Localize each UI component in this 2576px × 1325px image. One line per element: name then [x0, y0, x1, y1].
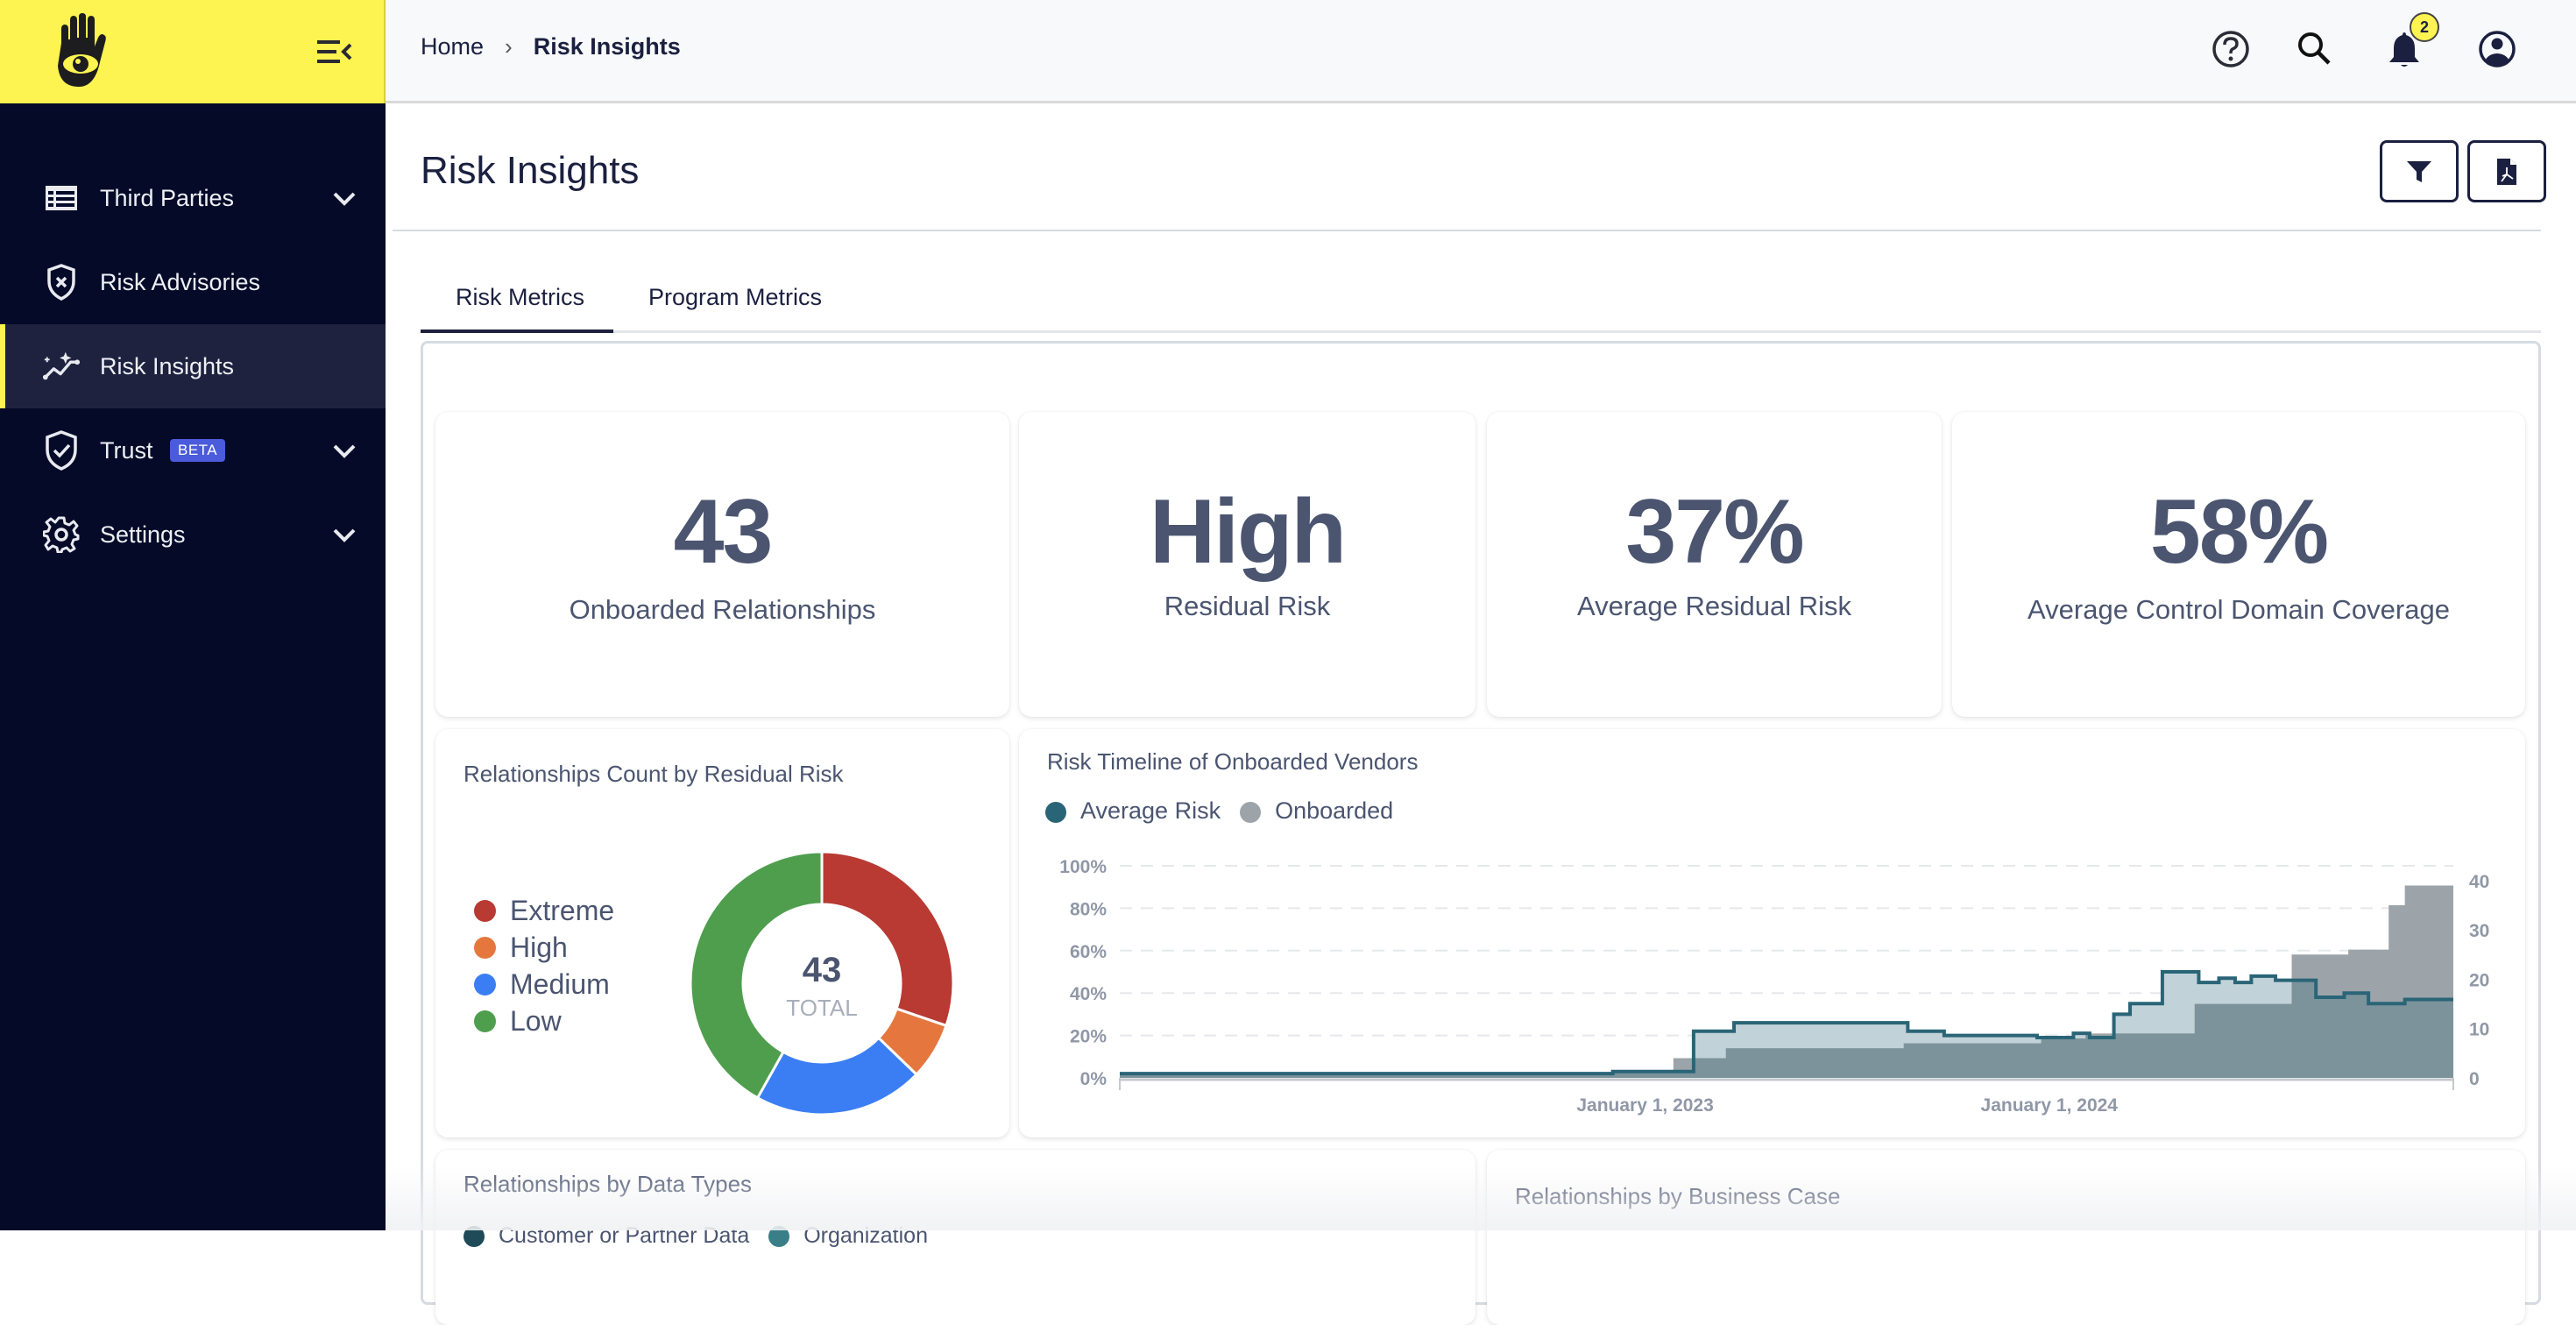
- user-icon[interactable]: [2476, 28, 2518, 70]
- stat-value: High: [1149, 481, 1347, 583]
- legend-label: Medium: [510, 967, 610, 1000]
- sidebar-item-label: Risk Insights: [100, 352, 235, 379]
- chart-title: Relationships Count by Residual Risk: [464, 761, 844, 787]
- legend-dot: [474, 936, 496, 959]
- risk-timeline-chart: 0% 20% 40% 60% 80% 100% 0 10 20 30 40 January 1, 20…: [1059, 857, 2489, 1116]
- breadcrumb-current: Risk Insights: [533, 33, 681, 60]
- active-tab-indicator: [421, 329, 613, 333]
- table-list-icon: [42, 179, 81, 217]
- beta-badge: BETA: [170, 439, 226, 462]
- residual-risk-donut-card: Relationships Count by Residual Risk Ext…: [435, 729, 1009, 1137]
- sidebar-item-risk-advisories[interactable]: Risk Advisories: [0, 240, 386, 324]
- search-icon[interactable]: [2294, 28, 2336, 70]
- legend-label: Organization: [803, 1223, 928, 1248]
- legend-dot: [464, 1226, 485, 1248]
- legend-dot: [768, 1226, 790, 1248]
- y-left-tick-label: 60%: [1070, 942, 1107, 962]
- stat-card-onboarded: 43 Onboarded Relationships: [435, 412, 1009, 717]
- chevron-down-icon[interactable]: [331, 440, 357, 461]
- data-types-legend: Customer or Partner Data Organization: [464, 1223, 928, 1249]
- y-right-tick-label: 20: [2469, 970, 2489, 990]
- legend-label: High: [510, 931, 568, 963]
- stat-label: Average Control Domain Coverage: [2028, 594, 2450, 625]
- sidebar-item-risk-insights[interactable]: Risk Insights: [0, 324, 386, 408]
- chart-title: Relationships by Business Case: [1515, 1183, 1841, 1209]
- legend-label: Extreme: [510, 894, 615, 926]
- legend-dot: [474, 973, 496, 996]
- stat-card-residual-risk: High Residual Risk: [1019, 412, 1476, 717]
- stat-card-control-coverage: 58% Average Control Domain Coverage: [1952, 412, 2525, 717]
- x-tick-label: January 1, 2024: [1981, 1095, 2119, 1116]
- y-left-tick-label: 40%: [1070, 984, 1107, 1004]
- tab-program-metrics[interactable]: Program Metrics: [648, 284, 822, 311]
- legend-item-organization[interactable]: Organization: [768, 1223, 928, 1249]
- y-left-tick-label: 20%: [1070, 1027, 1107, 1047]
- brand-header: [0, 0, 386, 103]
- y-right-tick-label: 10: [2469, 1020, 2489, 1040]
- y-left-tick-label: 100%: [1059, 857, 1107, 877]
- chart-title: Relationships by Data Types: [464, 1171, 753, 1197]
- stat-value: 37%: [1625, 481, 1804, 583]
- gear-icon: [42, 515, 81, 554]
- pdf-export-button[interactable]: [2467, 140, 2546, 202]
- sidebar-item-label: Trust: [100, 436, 153, 464]
- stat-label: Average Residual Risk: [1576, 591, 1852, 621]
- donut-center-label: TOTAL: [786, 995, 857, 1021]
- filter-icon: [2407, 160, 2431, 182]
- y-right-tick-label: 40: [2469, 872, 2489, 892]
- pdf-export-icon: [2497, 158, 2516, 185]
- stat-value: 58%: [2149, 481, 2329, 583]
- legend-item-extreme[interactable]: Extreme: [474, 892, 614, 929]
- sidebar-nav: Third Parties Risk Advisories Risk Insig…: [0, 156, 386, 577]
- data-types-card: Relationships by Data Types Customer or …: [435, 1150, 1476, 1325]
- x-tick-label: January 1, 2023: [1576, 1095, 1713, 1116]
- sidebar-item-trust[interactable]: Trust BETA: [0, 408, 386, 492]
- tab-risk-metrics[interactable]: Risk Metrics: [456, 284, 584, 311]
- tab-bar: Risk Metrics Program Metrics: [421, 280, 2541, 333]
- breadcrumb: Home › Risk Insights: [421, 33, 681, 60]
- y-right-tick-label: 30: [2469, 921, 2489, 941]
- sidebar-item-settings[interactable]: Settings: [0, 492, 386, 577]
- donut-legend: Extreme High Medium Low: [474, 892, 614, 1039]
- business-case-card: Relationships by Business Case: [1487, 1150, 2525, 1325]
- page-title: Risk Insights: [421, 149, 640, 192]
- chevron-down-icon[interactable]: [331, 524, 357, 545]
- stat-card-avg-residual-risk: 37% Average Residual Risk: [1487, 412, 1942, 717]
- legend-item-low[interactable]: Low: [474, 1003, 614, 1039]
- legend-dot: [474, 1010, 496, 1032]
- breadcrumb-home[interactable]: Home: [421, 33, 484, 60]
- legend-label: Low: [510, 1004, 562, 1037]
- chevron-down-icon[interactable]: [331, 188, 357, 209]
- legend-item-medium[interactable]: Medium: [474, 966, 614, 1003]
- y-left-tick-label: 0%: [1080, 1069, 1108, 1089]
- menu-collapse-icon[interactable]: [315, 37, 354, 67]
- stat-label: Onboarded Relationships: [569, 594, 876, 625]
- notification-count-badge: 2: [2410, 12, 2439, 42]
- shield-x-icon: [42, 263, 81, 301]
- donut-center-value: 43: [803, 951, 842, 989]
- donut-chart: 43 TOTAL: [689, 850, 955, 1116]
- legend-label: Customer or Partner Data: [499, 1223, 750, 1248]
- sidebar-item-label: Risk Advisories: [100, 268, 261, 295]
- sidebar-item-label: Third Parties: [100, 184, 235, 211]
- shield-check-icon: [42, 430, 81, 471]
- sparkle-trend-icon: [42, 347, 81, 386]
- hand-eye-logo-icon[interactable]: [51, 13, 112, 88]
- y-right-tick-label: 0: [2469, 1069, 2480, 1089]
- stat-label: Residual Risk: [1164, 591, 1331, 621]
- sidebar-item-label: Settings: [100, 521, 186, 548]
- legend-item-high[interactable]: High: [474, 929, 614, 966]
- header-divider: [393, 230, 2541, 231]
- help-icon[interactable]: [2210, 28, 2252, 70]
- filter-button[interactable]: [2380, 140, 2459, 202]
- legend-dot: [474, 899, 496, 922]
- sidebar-item-third-parties[interactable]: Third Parties: [0, 156, 386, 240]
- breadcrumb-separator: ›: [505, 33, 513, 60]
- stat-value: 43: [673, 481, 774, 583]
- y-left-tick-label: 80%: [1070, 899, 1107, 919]
- legend-item-customer-data[interactable]: Customer or Partner Data: [464, 1223, 749, 1249]
- sidebar: Third Parties Risk Advisories Risk Insig…: [0, 0, 386, 1230]
